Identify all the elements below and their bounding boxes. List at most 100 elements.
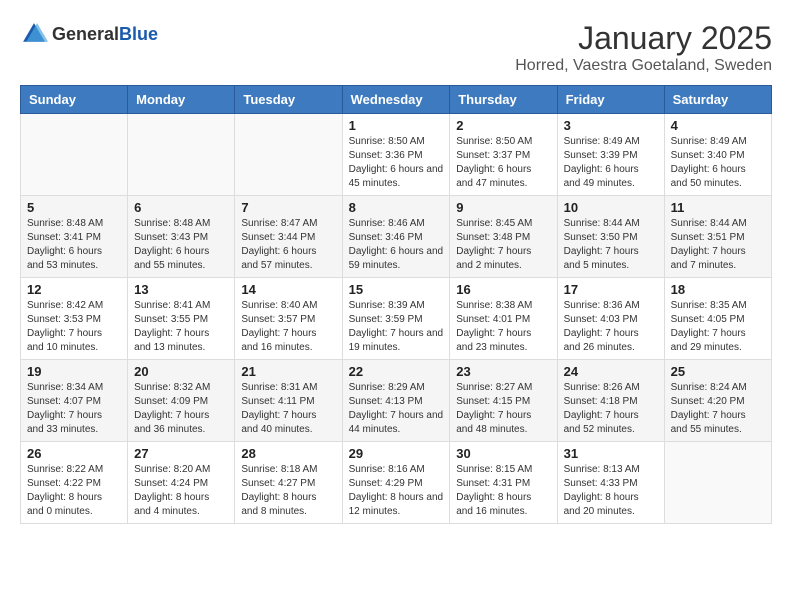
day-detail: Sunrise: 8:13 AMSunset: 4:33 PMDaylight:…: [564, 464, 640, 517]
day-number: 2: [456, 118, 550, 133]
col-thursday: Thursday: [450, 86, 557, 114]
week-row-4: 19 Sunrise: 8:34 AMSunset: 4:07 PMDaylig…: [21, 360, 772, 442]
day-number: 25: [671, 364, 765, 379]
day-detail: Sunrise: 8:34 AMSunset: 4:07 PMDaylight:…: [27, 382, 103, 435]
logo-general: General: [52, 24, 119, 45]
day-detail: Sunrise: 8:42 AMSunset: 3:53 PMDaylight:…: [27, 300, 103, 353]
table-row: [235, 114, 342, 196]
day-number: 21: [241, 364, 335, 379]
table-row: 2 Sunrise: 8:50 AMSunset: 3:37 PMDayligh…: [450, 114, 557, 196]
day-detail: Sunrise: 8:22 AMSunset: 4:22 PMDaylight:…: [27, 464, 103, 517]
day-detail: Sunrise: 8:20 AMSunset: 4:24 PMDaylight:…: [134, 464, 210, 517]
table-row: 6 Sunrise: 8:48 AMSunset: 3:43 PMDayligh…: [128, 196, 235, 278]
day-detail: Sunrise: 8:32 AMSunset: 4:09 PMDaylight:…: [134, 382, 210, 435]
col-wednesday: Wednesday: [342, 86, 450, 114]
table-row: 1 Sunrise: 8:50 AMSunset: 3:36 PMDayligh…: [342, 114, 450, 196]
day-number: 27: [134, 446, 228, 461]
table-row: 18 Sunrise: 8:35 AMSunset: 4:05 PMDaylig…: [664, 278, 771, 360]
table-row: 31 Sunrise: 8:13 AMSunset: 4:33 PMDaylig…: [557, 442, 664, 524]
day-number: 12: [27, 282, 121, 297]
calendar-header-row: Sunday Monday Tuesday Wednesday Thursday…: [21, 86, 772, 114]
day-number: 16: [456, 282, 550, 297]
day-detail: Sunrise: 8:44 AMSunset: 3:51 PMDaylight:…: [671, 218, 747, 271]
day-detail: Sunrise: 8:24 AMSunset: 4:20 PMDaylight:…: [671, 382, 747, 435]
week-row-1: 1 Sunrise: 8:50 AMSunset: 3:36 PMDayligh…: [21, 114, 772, 196]
day-detail: Sunrise: 8:48 AMSunset: 3:41 PMDaylight:…: [27, 218, 103, 271]
header: General Blue January 2025 Horred, Vaestr…: [20, 20, 772, 75]
table-row: 9 Sunrise: 8:45 AMSunset: 3:48 PMDayligh…: [450, 196, 557, 278]
day-number: 3: [564, 118, 658, 133]
table-row: 4 Sunrise: 8:49 AMSunset: 3:40 PMDayligh…: [664, 114, 771, 196]
title-section: January 2025 Horred, Vaestra Goetaland, …: [515, 20, 772, 75]
day-number: 11: [671, 200, 765, 215]
day-detail: Sunrise: 8:27 AMSunset: 4:15 PMDaylight:…: [456, 382, 532, 435]
table-row: 16 Sunrise: 8:38 AMSunset: 4:01 PMDaylig…: [450, 278, 557, 360]
day-number: 18: [671, 282, 765, 297]
col-friday: Friday: [557, 86, 664, 114]
week-row-2: 5 Sunrise: 8:48 AMSunset: 3:41 PMDayligh…: [21, 196, 772, 278]
day-detail: Sunrise: 8:48 AMSunset: 3:43 PMDaylight:…: [134, 218, 210, 271]
table-row: 28 Sunrise: 8:18 AMSunset: 4:27 PMDaylig…: [235, 442, 342, 524]
day-detail: Sunrise: 8:45 AMSunset: 3:48 PMDaylight:…: [456, 218, 532, 271]
day-number: 1: [349, 118, 444, 133]
day-detail: Sunrise: 8:35 AMSunset: 4:05 PMDaylight:…: [671, 300, 747, 353]
day-number: 13: [134, 282, 228, 297]
day-number: 4: [671, 118, 765, 133]
col-tuesday: Tuesday: [235, 86, 342, 114]
table-row: 27 Sunrise: 8:20 AMSunset: 4:24 PMDaylig…: [128, 442, 235, 524]
table-row: 11 Sunrise: 8:44 AMSunset: 3:51 PMDaylig…: [664, 196, 771, 278]
day-number: 29: [349, 446, 444, 461]
day-detail: Sunrise: 8:40 AMSunset: 3:57 PMDaylight:…: [241, 300, 317, 353]
table-row: 19 Sunrise: 8:34 AMSunset: 4:07 PMDaylig…: [21, 360, 128, 442]
day-number: 17: [564, 282, 658, 297]
table-row: 25 Sunrise: 8:24 AMSunset: 4:20 PMDaylig…: [664, 360, 771, 442]
day-detail: Sunrise: 8:29 AMSunset: 4:13 PMDaylight:…: [349, 382, 444, 435]
day-number: 20: [134, 364, 228, 379]
day-detail: Sunrise: 8:47 AMSunset: 3:44 PMDaylight:…: [241, 218, 317, 271]
table-row: [21, 114, 128, 196]
day-number: 31: [564, 446, 658, 461]
day-number: 15: [349, 282, 444, 297]
day-number: 23: [456, 364, 550, 379]
day-number: 22: [349, 364, 444, 379]
table-row: 13 Sunrise: 8:41 AMSunset: 3:55 PMDaylig…: [128, 278, 235, 360]
location-subtitle: Horred, Vaestra Goetaland, Sweden: [515, 57, 772, 75]
table-row: 24 Sunrise: 8:26 AMSunset: 4:18 PMDaylig…: [557, 360, 664, 442]
day-detail: Sunrise: 8:46 AMSunset: 3:46 PMDaylight:…: [349, 218, 444, 271]
calendar-table: Sunday Monday Tuesday Wednesday Thursday…: [20, 85, 772, 524]
day-number: 26: [27, 446, 121, 461]
table-row: 23 Sunrise: 8:27 AMSunset: 4:15 PMDaylig…: [450, 360, 557, 442]
week-row-3: 12 Sunrise: 8:42 AMSunset: 3:53 PMDaylig…: [21, 278, 772, 360]
table-row: 21 Sunrise: 8:31 AMSunset: 4:11 PMDaylig…: [235, 360, 342, 442]
day-detail: Sunrise: 8:49 AMSunset: 3:40 PMDaylight:…: [671, 136, 747, 189]
col-sunday: Sunday: [21, 86, 128, 114]
table-row: 29 Sunrise: 8:16 AMSunset: 4:29 PMDaylig…: [342, 442, 450, 524]
table-row: 5 Sunrise: 8:48 AMSunset: 3:41 PMDayligh…: [21, 196, 128, 278]
day-detail: Sunrise: 8:18 AMSunset: 4:27 PMDaylight:…: [241, 464, 317, 517]
table-row: 30 Sunrise: 8:15 AMSunset: 4:31 PMDaylig…: [450, 442, 557, 524]
day-detail: Sunrise: 8:38 AMSunset: 4:01 PMDaylight:…: [456, 300, 532, 353]
table-row: 17 Sunrise: 8:36 AMSunset: 4:03 PMDaylig…: [557, 278, 664, 360]
day-number: 8: [349, 200, 444, 215]
col-saturday: Saturday: [664, 86, 771, 114]
day-number: 10: [564, 200, 658, 215]
day-number: 28: [241, 446, 335, 461]
logo-icon: [20, 20, 48, 48]
table-row: 12 Sunrise: 8:42 AMSunset: 3:53 PMDaylig…: [21, 278, 128, 360]
table-row: [128, 114, 235, 196]
day-detail: Sunrise: 8:39 AMSunset: 3:59 PMDaylight:…: [349, 300, 444, 353]
day-detail: Sunrise: 8:44 AMSunset: 3:50 PMDaylight:…: [564, 218, 640, 271]
day-number: 7: [241, 200, 335, 215]
table-row: 10 Sunrise: 8:44 AMSunset: 3:50 PMDaylig…: [557, 196, 664, 278]
day-number: 5: [27, 200, 121, 215]
logo: General Blue: [20, 20, 158, 48]
table-row: 7 Sunrise: 8:47 AMSunset: 3:44 PMDayligh…: [235, 196, 342, 278]
col-monday: Monday: [128, 86, 235, 114]
table-row: 26 Sunrise: 8:22 AMSunset: 4:22 PMDaylig…: [21, 442, 128, 524]
day-detail: Sunrise: 8:26 AMSunset: 4:18 PMDaylight:…: [564, 382, 640, 435]
day-number: 9: [456, 200, 550, 215]
week-row-5: 26 Sunrise: 8:22 AMSunset: 4:22 PMDaylig…: [21, 442, 772, 524]
day-detail: Sunrise: 8:36 AMSunset: 4:03 PMDaylight:…: [564, 300, 640, 353]
day-number: 30: [456, 446, 550, 461]
table-row: 14 Sunrise: 8:40 AMSunset: 3:57 PMDaylig…: [235, 278, 342, 360]
